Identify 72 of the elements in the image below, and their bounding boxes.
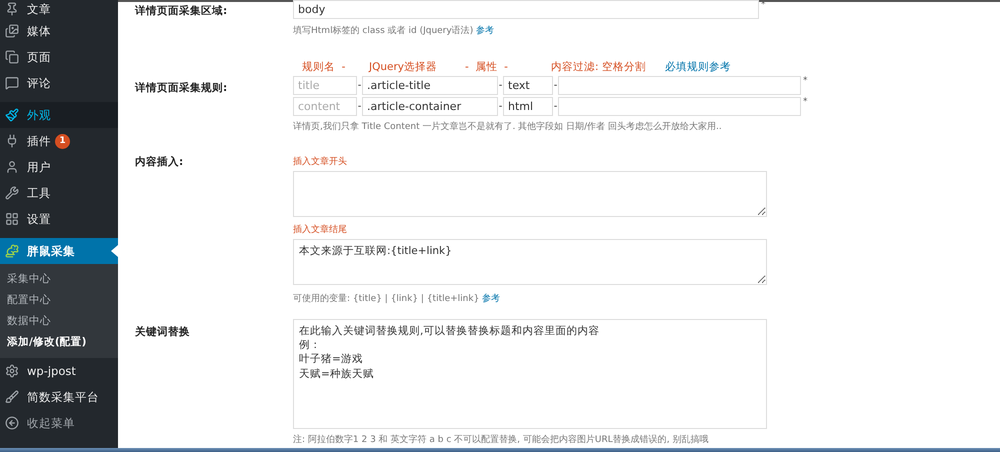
reference-link[interactable]: 参考 <box>482 294 500 304</box>
filter-field[interactable] <box>558 97 801 116</box>
collapse-icon <box>5 416 19 430</box>
rule-name-field[interactable]: title <box>293 76 357 95</box>
submenu-item[interactable]: 采集中心 <box>0 268 118 289</box>
menu-item[interactable]: 工具 <box>0 180 118 206</box>
pages-icon <box>5 50 19 64</box>
menu-item[interactable]: 简数采集平台 <box>0 384 118 410</box>
images-icon <box>5 24 19 38</box>
reference-link[interactable]: 参考 <box>476 26 494 36</box>
submenu-item[interactable]: 添加/修改(配置) <box>0 331 118 352</box>
settings-icon <box>5 364 19 378</box>
input-field[interactable]: body <box>293 0 759 19</box>
separator-dash: - <box>553 101 558 112</box>
pin-icon <box>5 2 19 16</box>
textarea-label: 插入文章开头 <box>293 156 348 168</box>
plug-icon <box>5 134 19 148</box>
field-hint: 填写Html标签的 class 或者 id (Jquery语法) 参考 <box>293 24 496 37</box>
field-hint: 详情页,我们只拿 Title Content 一片文章岂不是就有了. 其他字段如 日期/作者 回头考虑怎么开放给大家用.. <box>293 120 723 133</box>
field-label: 详情页面采集区域: <box>135 4 228 19</box>
menu-item[interactable]: 插件 1 <box>0 128 118 154</box>
selector-field[interactable]: .article-title <box>362 76 498 95</box>
text-area[interactable]: 在此输入关键词替换规则,可以替换替换标题和内容里面的内容 例： 叶子猪=游戏 天赋=种族天赋 <box>293 319 767 429</box>
text-area[interactable]: 本文来源于互联网:{title+link} <box>293 239 767 285</box>
column-header: 内容过滤: 空格分割 <box>551 60 647 74</box>
required-mark: * <box>803 97 808 107</box>
required-mark: * <box>803 76 808 86</box>
rule-name-field[interactable]: content <box>293 97 357 116</box>
separator-dash: - <box>357 101 362 112</box>
paintbrush-icon <box>5 108 19 122</box>
attribute-field[interactable]: text <box>503 76 553 95</box>
grid-icon <box>5 212 19 226</box>
text-area[interactable] <box>293 171 767 217</box>
text-line: 天赋=种族天赋 <box>299 366 374 381</box>
column-header: - 属性 - <box>465 60 509 74</box>
field-hint: 可使用的变量: {title} | {link} | {title+link} 参考 <box>293 292 502 305</box>
filter-field[interactable] <box>558 76 801 95</box>
submenu-item[interactable]: 数据中心 <box>0 310 118 331</box>
comment-icon <box>5 76 19 90</box>
separator-dash: - <box>498 80 503 91</box>
selector-field[interactable]: .article-container <box>362 97 498 116</box>
field-label: 内容插入: <box>135 155 184 170</box>
field-label: 关键词替换 <box>135 325 191 340</box>
separator-dash: - <box>357 80 362 91</box>
textarea-label: 插入文章结尾 <box>293 224 348 236</box>
menu-item[interactable]: 页面 <box>0 44 118 70</box>
menu-item[interactable]: 文章 <box>0 0 118 18</box>
menu-item[interactable]: 收起菜单 <box>0 410 118 436</box>
column-header: 规则名 - <box>301 60 346 74</box>
submenu-item[interactable]: 配置中心 <box>0 289 118 310</box>
update-count: 1 <box>55 134 70 148</box>
field-note: 注: 阿拉伯数字1 2 3 和 英文字符 a b c 不可以配置替换, 可能会把内容图片URL替换成错误的, 别乱搞哦 <box>293 434 710 446</box>
menu-item[interactable]: 评论 <box>0 70 118 96</box>
menu-item[interactable]: wp-jpost <box>0 358 118 384</box>
text-line: 在此输入关键词替换规则,可以替换替换标题和内容里面的内容 <box>299 324 600 338</box>
text-line: 叶子猪=游戏 <box>299 352 363 367</box>
text-line: 例： <box>299 338 321 352</box>
user-icon <box>5 160 19 174</box>
rules-reference-link[interactable]: 必填规则参考 <box>665 60 731 74</box>
menu-item[interactable]: 设置 <box>0 206 118 232</box>
menu-item[interactable]: 胖鼠采集 <box>0 238 118 264</box>
attribute-field[interactable]: html <box>503 97 553 116</box>
separator-dash: - <box>498 101 503 112</box>
brush-icon <box>5 390 19 404</box>
menu-item[interactable]: 外观 <box>0 102 118 128</box>
mouse-icon <box>5 244 19 258</box>
menu-item[interactable]: 媒体 <box>0 18 118 44</box>
column-header: JQuery选择器 <box>368 60 438 74</box>
menu-item[interactable]: 用户 <box>0 154 118 180</box>
wrench-icon <box>5 186 19 200</box>
separator-dash: - <box>553 80 558 91</box>
field-label: 详情页面采集规则: <box>135 81 228 96</box>
